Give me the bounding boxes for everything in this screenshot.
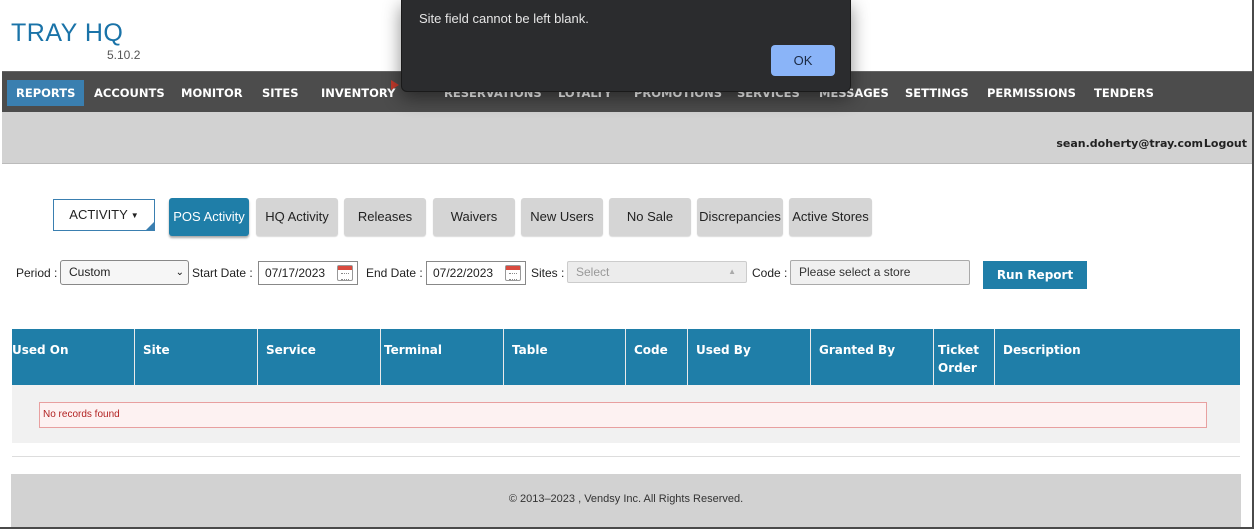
tab-no-sale[interactable]: No Sale [609,198,691,236]
column-header-terminal[interactable]: Terminal [381,329,504,385]
chevron-down-icon: ⌄ [175,267,184,278]
end-date-field[interactable]: 07/22/2023 [426,261,526,285]
tab-hq-activity[interactable]: HQ Activity [256,198,338,236]
period-value: Custom [69,265,111,279]
report-category-label: ACTIVITY [69,207,128,222]
report-category-dropdown[interactable]: ACTIVITY ▼ [53,199,155,231]
nav-monitor[interactable]: MONITOR [172,80,252,106]
footer: © 2013–2023 , Vendsy Inc. All Rights Res… [11,474,1241,527]
app-version: 5.10.2 [107,48,141,62]
column-header-code[interactable]: Code [626,329,688,385]
period-label: Period : [16,266,58,280]
start-date-label: Start Date : [192,266,253,280]
sites-placeholder: Select [576,265,610,279]
table-body: No records found [12,385,1240,443]
column-header-granted-by[interactable]: Granted By [811,329,934,385]
sites-select[interactable]: Select ▲ [567,261,747,283]
alert-ok-button[interactable]: OK [771,45,835,76]
column-header-used-on[interactable]: Used On [12,329,135,385]
nav-reports[interactable]: REPORTS [7,80,85,106]
table-header: Used On Site Service Terminal Table Code… [12,329,1240,385]
tab-pos-activity[interactable]: POS Activity [169,198,249,236]
user-email: sean.doherty@tray.com [1056,137,1203,150]
logout-link[interactable]: Logout [1204,137,1247,150]
nav-settings[interactable]: SETTINGS [896,80,978,106]
column-header-service[interactable]: Service [258,329,381,385]
end-date-value: 07/22/2023 [433,266,494,280]
start-date-value: 07/17/2023 [265,266,326,280]
column-header-used-by[interactable]: Used By [688,329,811,385]
flag-marker-icon [391,80,399,90]
start-date-field[interactable]: 07/17/2023 [258,261,358,285]
dropdown-corner-icon [146,222,154,230]
tab-new-users[interactable]: New Users [521,198,603,236]
tab-active-stores[interactable]: Active Stores [789,198,872,236]
copyright-text: © 2013–2023 , Vendsy Inc. All Rights Res… [508,493,744,505]
app-logo[interactable]: TRAY HQ [11,19,123,48]
sites-label: Sites : [531,266,565,280]
caret-up-icon: ▲ [728,267,736,276]
column-header-description[interactable]: Description [995,329,1240,385]
nav-sites[interactable]: SITES [253,80,308,106]
alert-message: Site field cannot be left blank. [419,11,589,26]
calendar-icon[interactable] [505,265,521,281]
tab-waivers[interactable]: Waivers [433,198,515,236]
empty-state-message: No records found [39,402,1207,428]
user-bar: sean.doherty@tray.com Logout [2,112,1252,164]
page: TRAY HQ 5.10.2 REPORTS ACCOUNTS MONITOR … [0,0,1254,529]
nav-permissions[interactable]: PERMISSIONS [978,80,1085,106]
tab-discrepancies[interactable]: Discrepancies [697,198,783,236]
run-report-button[interactable]: Run Report [983,261,1087,289]
caret-down-icon: ▼ [130,210,139,220]
code-label: Code : [752,266,788,280]
footer-divider [12,456,1240,457]
alert-dialog: Site field cannot be left blank. OK [401,0,851,92]
code-field[interactable]: Please select a store [790,260,970,285]
end-date-label: End Date : [366,266,423,280]
tab-releases[interactable]: Releases [344,198,426,236]
column-header-site[interactable]: Site [135,329,258,385]
calendar-icon[interactable] [337,265,353,281]
nav-accounts[interactable]: ACCOUNTS [85,80,174,106]
column-header-ticket-order[interactable]: Ticket Order [934,329,995,385]
nav-tenders[interactable]: TENDERS [1085,80,1163,106]
column-header-table[interactable]: Table [504,329,626,385]
period-select[interactable]: Custom ⌄ [60,260,189,285]
